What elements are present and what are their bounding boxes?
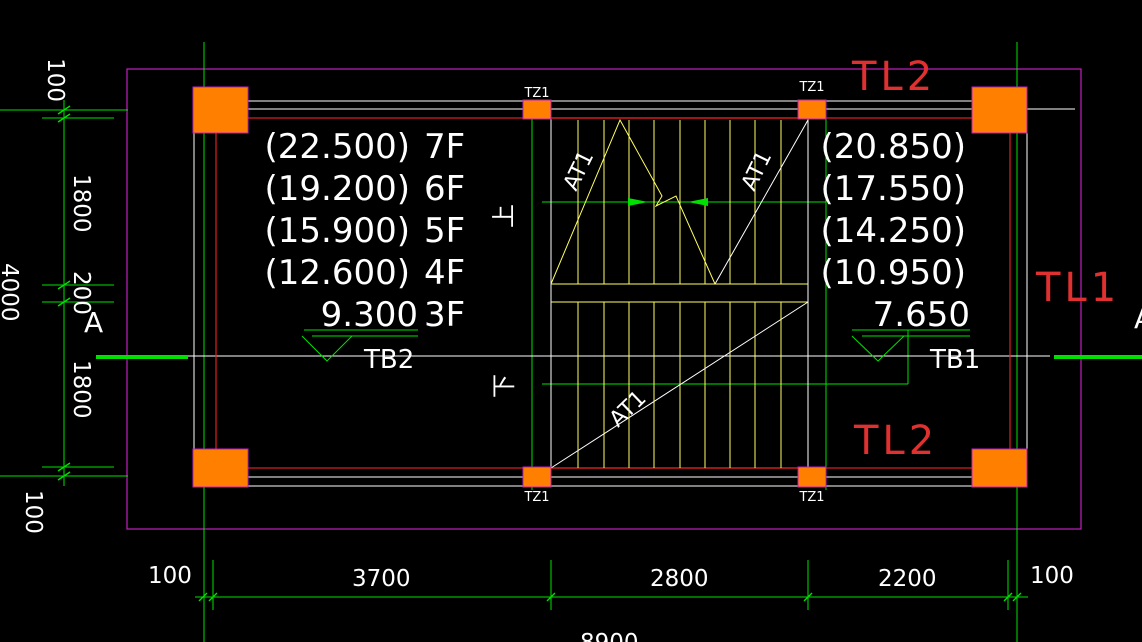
level-elevation-left: (22.500) (265, 127, 411, 167)
level-elevation-right: (14.250) (821, 211, 967, 251)
dim-left-bottom-100: 100 (20, 490, 46, 534)
dim-left-4000: 4000 (0, 263, 22, 322)
arrow-left-icon (688, 198, 708, 206)
flight-label: AT1 (737, 147, 777, 195)
level-elevation-left: 9.300 (321, 295, 418, 335)
level-elevation-right: (17.550) (821, 169, 967, 209)
dim-bottom-2800: 2800 (650, 566, 709, 592)
dim-left-top-100: 100 (42, 58, 68, 102)
slab-label-right: TB1 (929, 345, 980, 375)
dim-left-1800-bottom: 1800 (68, 360, 94, 419)
section-label-left: A (84, 306, 103, 339)
beam-label-bottom: TL2 (853, 418, 938, 464)
level-elevation-left: (12.600) (265, 253, 411, 293)
level-elevation-right: (10.950) (821, 253, 967, 293)
level-floor-left: 5F (424, 211, 465, 251)
dim-bottom-100-left: 100 (148, 563, 192, 589)
flight-label: AT1 (605, 386, 652, 432)
dim-bottom-3700: 3700 (352, 566, 411, 592)
direction-down-label: 下 (490, 374, 518, 398)
level-elevation-left: (19.200) (265, 169, 411, 209)
stair-plan-drawing: 100 1800 200 4000 1800 100 100 3700 2800… (0, 42, 1142, 642)
slab-label-left: TB2 (363, 345, 414, 375)
level-elevation-left: (15.900) (265, 211, 411, 251)
section-label-right: A (1134, 302, 1142, 335)
dim-bottom-2200: 2200 (878, 566, 937, 592)
level-floor-left: 6F (424, 169, 465, 209)
beam-label-top: TL2 (851, 54, 936, 100)
column-label-tz1: TZ1 (523, 86, 549, 101)
dim-bottom-100-right: 100 (1030, 563, 1074, 589)
level-floor-left: 3F (424, 295, 465, 335)
dim-bottom-total: 8900 (580, 630, 639, 642)
direction-up-label: 上 (490, 204, 518, 228)
flight-label: AT1 (559, 147, 599, 195)
beam-label-right: TL1 (1035, 265, 1120, 311)
column-label-tz1: TZ1 (523, 490, 549, 505)
level-floor-left: 7F (424, 127, 465, 167)
arrow-right-icon (628, 198, 648, 206)
level-elevation-right: 7.650 (873, 295, 970, 335)
level-floor-left: 4F (424, 253, 465, 293)
level-elevation-right: (20.850) (821, 127, 967, 167)
dim-left-1800-top: 1800 (68, 174, 94, 233)
column-label-tz1: TZ1 (798, 490, 824, 505)
column-label-tz1: TZ1 (798, 80, 824, 95)
